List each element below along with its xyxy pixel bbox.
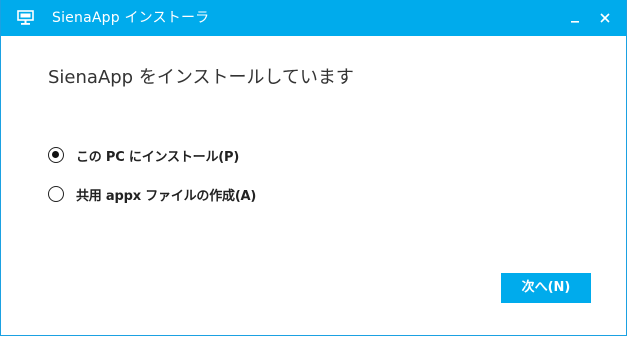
next-button[interactable]: 次へ(N): [501, 273, 591, 303]
window-title: SienaApp インストーラ: [52, 10, 210, 26]
page-title: SienaApp をインストールしています: [48, 67, 354, 88]
minimize-icon: [571, 21, 579, 23]
radio-button-selected[interactable]: [48, 147, 64, 163]
monitor-icon: [17, 10, 34, 26]
title-bar[interactable]: SienaApp インストーラ: [1, 0, 626, 36]
radio-label-create-shared-appx[interactable]: 共用 appx ファイルの作成(A): [76, 185, 256, 204]
radio-label-install-this-pc[interactable]: この PC にインストール(P): [76, 146, 239, 165]
close-icon: [600, 13, 610, 23]
installer-window: SienaApp インストーラ SienaApp をインストールしています この…: [0, 0, 627, 336]
radio-install-this-pc[interactable]: この PC にインストール(P): [48, 145, 239, 165]
radio-dot: [52, 151, 59, 158]
close-button[interactable]: [597, 10, 613, 26]
radio-button-unselected[interactable]: [48, 186, 64, 202]
minimize-button[interactable]: [567, 10, 583, 26]
radio-create-shared-appx[interactable]: 共用 appx ファイルの作成(A): [48, 184, 256, 204]
